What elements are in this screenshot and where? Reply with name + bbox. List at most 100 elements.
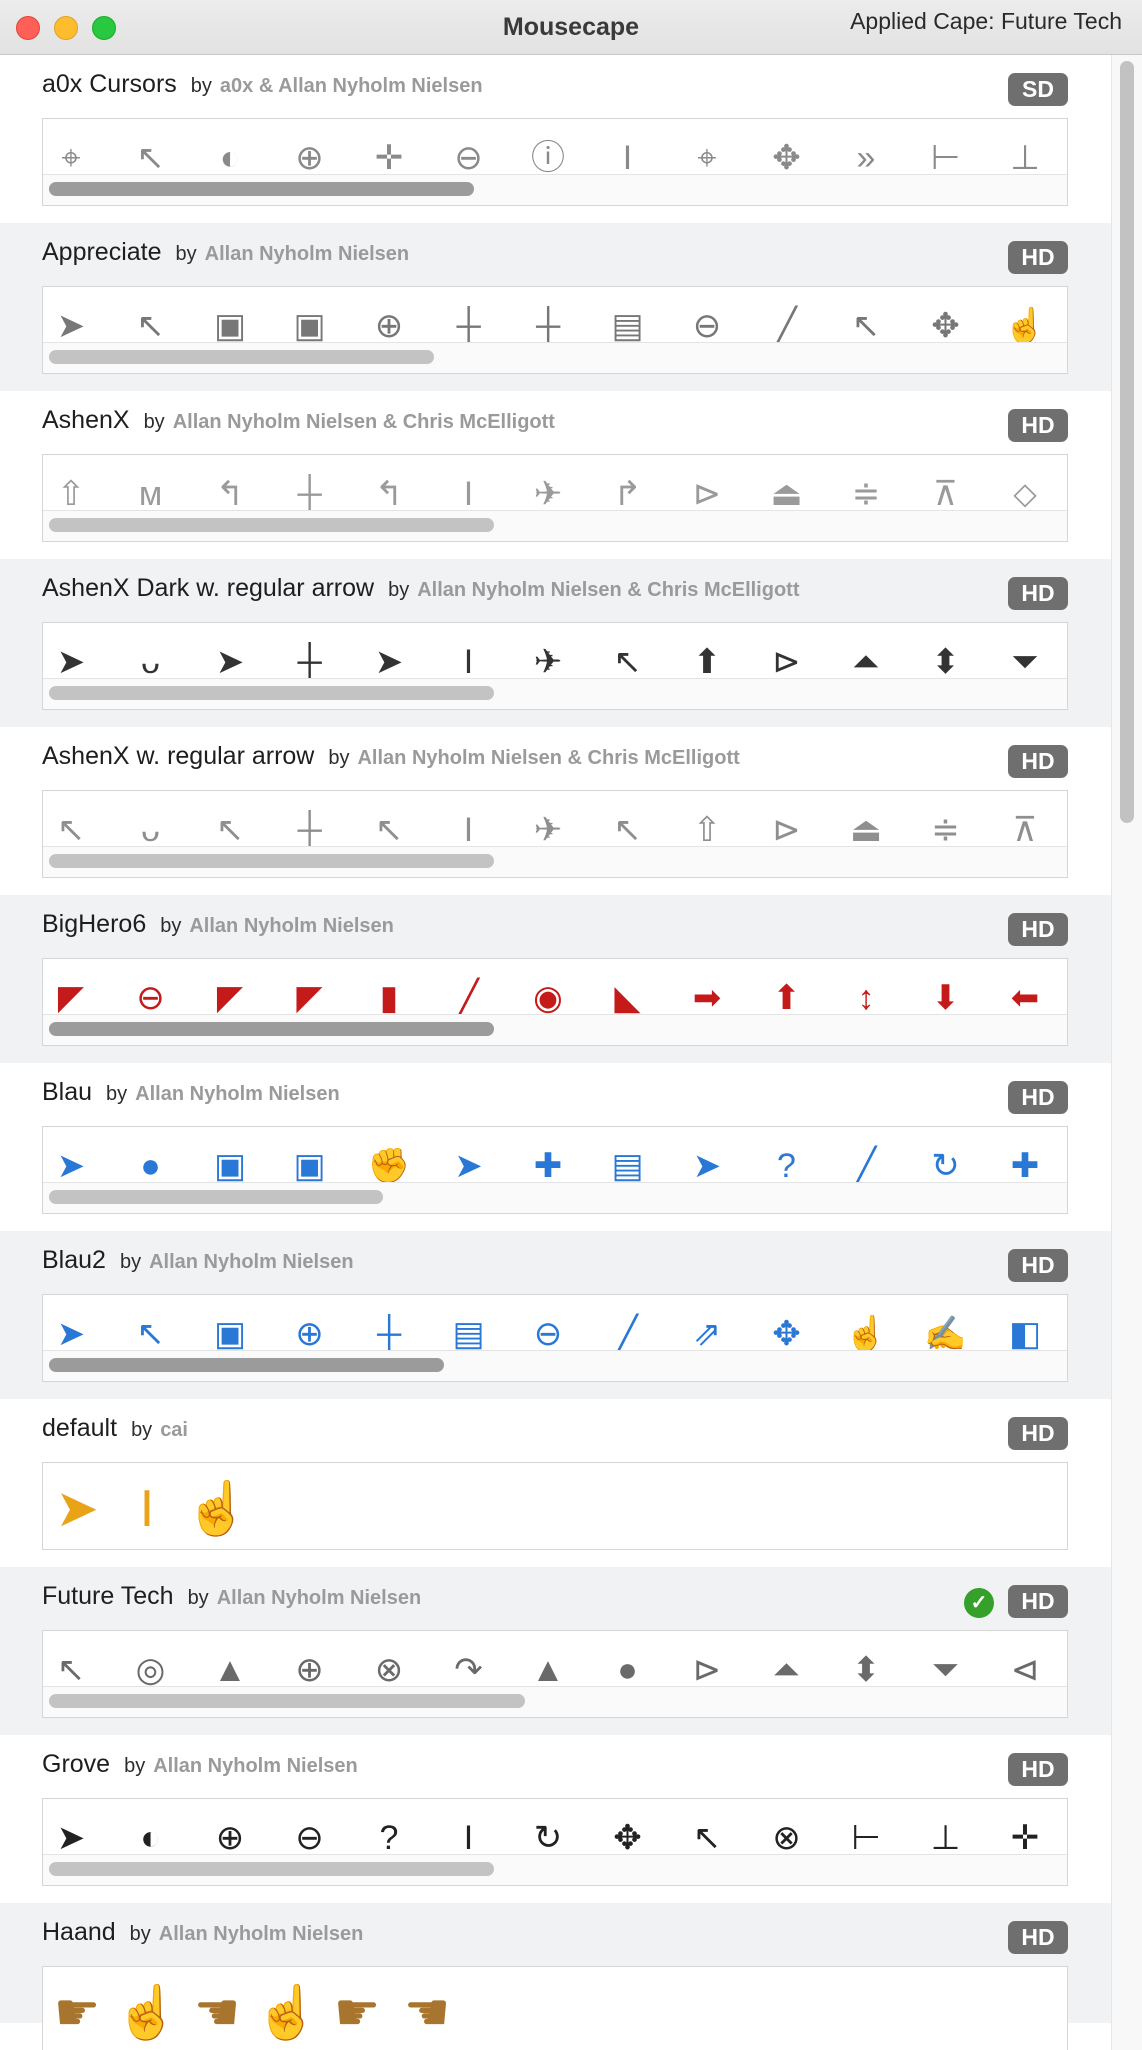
cape-title: Grove <box>42 1750 111 1778</box>
resolution-badge: HD <box>1008 1417 1068 1450</box>
cape-title: Blau <box>42 1078 93 1106</box>
cursor-icon: ☝ <box>1003 307 1047 345</box>
cape-row[interactable]: a0x Cursors by a0x & Allan Nyholm Nielsen S… <box>0 55 1112 223</box>
horizontal-scroll-thumb[interactable] <box>49 1862 494 1876</box>
cape-author: Allan Nyholm Nielsen <box>153 1755 358 1777</box>
cursor-preview-strip: ⌖ ↖ ◐ ⊕ ✛ ⊖ ⓘ I ⌖ ✥ » ⊢ ⊥ <box>42 118 1068 206</box>
cape-row[interactable]: BigHero6 by Allan Nyholm Nielsen HD ◤ ⊖ ◤ ◤ ▮ ╱ ◉ ◣… <box>0 895 1112 1063</box>
cape-row[interactable]: Blau2 by Allan Nyholm Nielsen HD ➤ ↖ ▣ ⊕ ┼ ▤ ⊖ ╱ ⇗ ✥ ☝… <box>0 1231 1112 1399</box>
cursor-icon: ⬦ <box>1013 475 1037 513</box>
cape-author: Allan Nyholm Nielsen <box>216 1587 422 1609</box>
horizontal-scroll-thumb[interactable] <box>49 686 494 700</box>
horizontal-scrollbar[interactable] <box>43 1014 1067 1045</box>
cursor-preview-strip: ➤ ◐ ⊕ ⊖? I ↻ ✥ ↖ ⊗ ⊢ ⊥ ✛ <box>42 1798 1068 1886</box>
cape-name: AshenX Dark w. regular arrow by Allan Nyho… <box>42 574 800 603</box>
cape-row[interactable]: AshenX w. regular arrow by Allan Nyholm Ni… <box>0 727 1112 895</box>
vertical-scroll-thumb[interactable] <box>1120 61 1134 823</box>
cursor-icon: ↕ <box>857 979 875 1017</box>
cursor-icon: ↰ <box>374 475 404 513</box>
cursor-icon: ◤ <box>296 979 323 1017</box>
by-label: by <box>328 747 350 769</box>
cape-row[interactable]: Haand by Allan Nyholm Nielsen HD ☛ ☝ ☚ ☝ ☛ ☚ <box>0 1903 1112 2050</box>
cursor-icon: ◧ <box>1008 1315 1042 1353</box>
cape-row[interactable]: AshenX Dark w. regular arrow by Allan Nyho… <box>0 559 1112 727</box>
horizontal-scroll-thumb[interactable] <box>49 182 474 196</box>
cape-title: AshenX Dark w. regular arrow <box>42 574 375 602</box>
by-label: by <box>388 579 410 601</box>
resolution-badge: HD <box>1008 1081 1068 1114</box>
by-label: by <box>124 1755 146 1777</box>
cursor-icon: ↖ <box>215 811 245 849</box>
horizontal-scrollbar[interactable] <box>43 1182 1067 1213</box>
horizontal-scrollbar[interactable] <box>43 510 1067 541</box>
cape-row[interactable]: default by cai HD ➤ I ☝ <box>0 1399 1112 1567</box>
horizontal-scroll-thumb[interactable] <box>49 1694 525 1708</box>
cursor-icon: ⬍ <box>851 1651 881 1689</box>
cursor-preview-strip: ➤ ᴗ ➤ ┼ ➤ I ✈ ↖ ⬆ ⊳ ⏶ ⬍ ⏷ <box>42 622 1068 710</box>
horizontal-scroll-thumb[interactable] <box>49 518 494 532</box>
cape-author: a0x & Allan Nyholm Nielsen <box>219 75 483 97</box>
horizontal-scroll-thumb[interactable] <box>49 350 434 364</box>
by-label: by <box>190 75 212 97</box>
cursor-icon: ✚ <box>533 1147 563 1185</box>
horizontal-scroll-thumb[interactable] <box>49 1190 383 1204</box>
cape-author: cai <box>160 1419 188 1441</box>
cape-title: a0x Cursors <box>42 70 177 98</box>
vertical-scrollbar[interactable] <box>1111 55 1142 2050</box>
resolution-badge: HD <box>1008 409 1068 442</box>
horizontal-scrollbar[interactable] <box>43 174 1067 205</box>
cape-title: AshenX w. regular arrow <box>42 742 315 770</box>
horizontal-scrollbar[interactable] <box>43 342 1067 373</box>
cursor-preview-strip: ➤ ● ▣ ▣ ✊ ➤ ✚ ▤ ➤? ╱ ↻ ✚ <box>42 1126 1068 1214</box>
cursor-icon: ⊳ <box>772 643 801 681</box>
cursor-icon: ➤ <box>692 1147 722 1185</box>
horizontal-scrollbar[interactable] <box>43 1350 1067 1381</box>
cape-row[interactable]: AshenX by Allan Nyholm Nielsen & Chris McE… <box>0 391 1112 559</box>
cursor-icon: ✈ <box>533 475 563 513</box>
horizontal-scrollbar[interactable] <box>43 1854 1067 1885</box>
cursor-preview-strip: ➤ I ☝ <box>42 1462 1068 1550</box>
cape-row[interactable]: Blau by Allan Nyholm Nielsen HD ➤ ● ▣ ▣ ✊ ➤ ✚ ▤ ➤? ╱ ↻… <box>0 1063 1112 1231</box>
cape-title: default <box>42 1414 118 1442</box>
cursor-icon: ⊳ <box>772 811 801 849</box>
cursor-icon: ▲ <box>213 1651 247 1689</box>
cape-title: AshenX <box>42 406 130 434</box>
by-label: by <box>129 1923 151 1945</box>
cursor-icon: ╱ <box>855 1147 877 1185</box>
cursor-icon: ↻ <box>931 1147 960 1185</box>
cape-row[interactable]: Appreciate by Allan Nyholm Nielsen HD ➤ ↖ ▣ ▣ ⊕ ┼… <box>0 223 1112 391</box>
cursor-icon: ⊖ <box>692 307 722 345</box>
cursor-icon: ✥ <box>613 1819 642 1857</box>
cursor-icon: ● <box>140 1147 161 1185</box>
cursor-icon: ➤ <box>215 643 245 681</box>
horizontal-scroll-thumb[interactable] <box>49 1358 444 1372</box>
cursor-icon: ┼ <box>535 307 561 345</box>
cursor-icon: ☛ <box>333 1984 381 2042</box>
cursor-icon: ◤ <box>57 979 85 1017</box>
cursor-icon: ≑ <box>931 811 960 849</box>
cape-list[interactable]: a0x Cursors by a0x & Allan Nyholm Nielsen S… <box>0 55 1112 2050</box>
cape-row[interactable]: Future Tech by Allan Nyholm Nielsen ✓ HD ↖ ◎ ▲ ⊕… <box>0 1567 1112 1735</box>
cursor-icon: ⏶ <box>852 643 880 681</box>
cursor-icon: ● <box>617 1651 638 1689</box>
horizontal-scrollbar[interactable] <box>43 1686 1067 1717</box>
cursor-icon: ⊥ <box>1010 139 1040 177</box>
cape-row[interactable]: Grove by Allan Nyholm Nielsen HD ➤ ◐ ⊕ ⊖? I ↻ ✥ ↖ ⊗ ⊢… <box>0 1735 1112 1903</box>
horizontal-scrollbar[interactable] <box>43 678 1067 709</box>
cursor-icon: » <box>856 139 876 177</box>
by-label: by <box>119 1251 142 1273</box>
cape-name: AshenX w. regular arrow by Allan Nyholm Ni… <box>42 742 740 771</box>
horizontal-scroll-thumb[interactable] <box>49 1022 494 1036</box>
cursor-icon: ☝ <box>114 1984 180 2042</box>
cursor-icon: ≑ <box>851 475 881 513</box>
cursor-preview-strip: ☛ ☝ ☚ ☝ ☛ ☚ <box>42 1966 1068 2050</box>
cape-title: Haand <box>42 1918 116 1946</box>
cursor-preview-strip: ➤ ↖ ▣ ⊕ ┼ ▤ ⊖ ╱ ⇗ ✥ ☝ ✍ ◧ <box>42 1294 1068 1382</box>
horizontal-scroll-thumb[interactable] <box>49 854 494 868</box>
resolution-badge: HD <box>1008 1249 1068 1282</box>
cursor-icon: ▤ <box>611 1147 644 1185</box>
cape-author: Allan Nyholm Nielsen <box>158 1923 364 1945</box>
cursor-icon: ↻ <box>533 1819 563 1857</box>
horizontal-scrollbar[interactable] <box>43 846 1067 877</box>
cape-title: BigHero6 <box>42 910 147 938</box>
